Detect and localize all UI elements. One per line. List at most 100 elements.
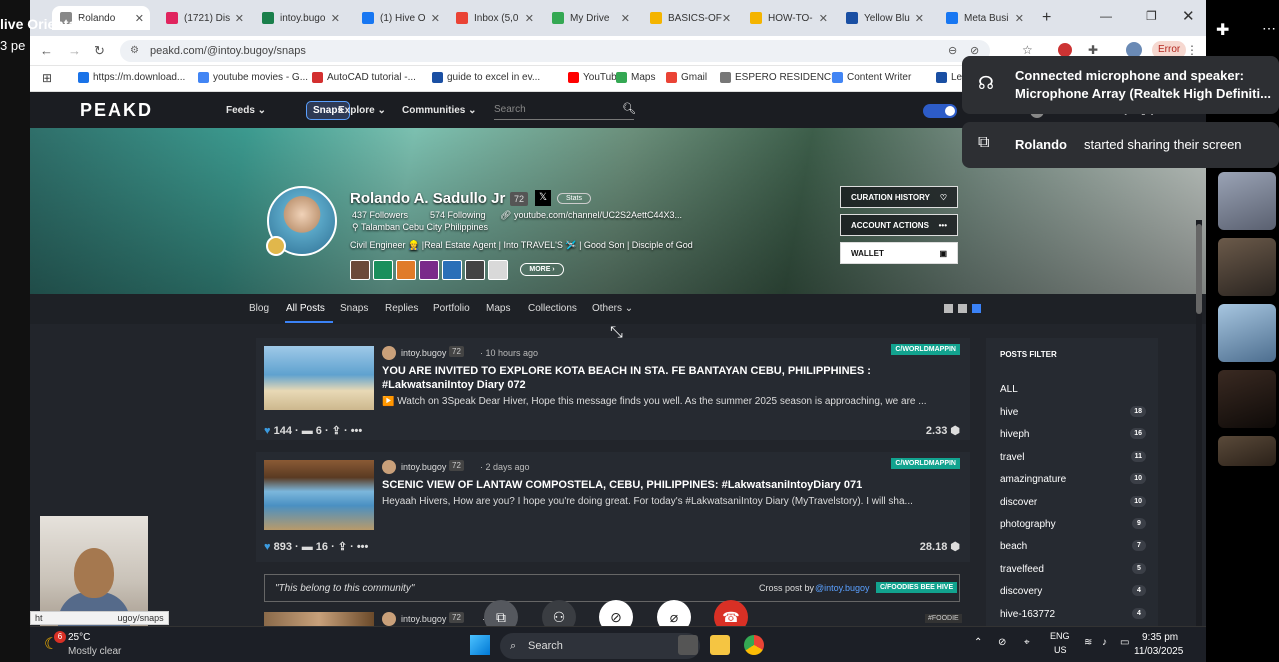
browser-tab[interactable]: My Drive ✕ <box>544 6 636 30</box>
volume-icon[interactable]: ♪ <box>1102 637 1107 648</box>
community-badge[interactable]: #FOODIE <box>925 614 962 623</box>
url-input[interactable]: ⚙ peakd.com/@intoy.bugoy/snaps <box>120 40 990 62</box>
weather-desc[interactable]: Mostly clear <box>68 646 121 657</box>
close-tab-icon[interactable]: ✕ <box>525 12 534 25</box>
achievement-badge[interactable] <box>419 260 439 280</box>
nav-explore[interactable]: Explore ⌄ <box>338 105 386 116</box>
browser-tab[interactable]: (1721) Dis ✕ <box>158 6 250 30</box>
site-info-icon[interactable]: ⚙ <box>130 40 139 62</box>
battery-icon[interactable]: ▭ <box>1120 637 1129 648</box>
browser-tab[interactable]: (1) Hive O ✕ <box>354 6 446 30</box>
following-count[interactable]: 574 Following <box>430 210 486 220</box>
post-title[interactable]: SCENIC VIEW OF LANTAW COMPOSTELA, CEBU, … <box>382 478 942 492</box>
achievement-badge[interactable] <box>396 260 416 280</box>
filter-tag[interactable]: hiveph 16 <box>1000 428 1146 440</box>
minimize-window-icon[interactable]: — <box>1100 9 1112 23</box>
close-tab-icon[interactable]: ✕ <box>819 12 828 25</box>
language-region[interactable]: US <box>1054 645 1067 655</box>
crosspost-community[interactable]: C/FOODIES BEE HIVE <box>876 582 958 593</box>
bookmark-item[interactable]: ESPERO RESIDENCE <box>720 72 838 83</box>
curation-history-button[interactable]: CURATION HISTORY ♡ <box>840 186 958 208</box>
more-icon[interactable]: ••• <box>351 425 363 437</box>
author-avatar[interactable] <box>382 612 396 626</box>
close-tab-icon[interactable]: ✕ <box>915 12 924 25</box>
bookmark-item[interactable]: Maps <box>616 72 655 83</box>
reload-icon[interactable]: ↻ <box>94 43 105 59</box>
stats-button[interactable]: Stats <box>557 193 591 204</box>
clock-time[interactable]: 9:35 pm <box>1142 632 1178 643</box>
profile-tab[interactable]: All Posts <box>286 303 325 314</box>
browser-tab[interactable]: Meta Busi ✕ <box>938 6 1030 30</box>
zoom-icon[interactable]: ⊖ <box>948 44 957 57</box>
profile-tab[interactable]: Maps <box>486 303 510 314</box>
bookmark-item[interactable]: Gmail <box>666 72 707 83</box>
post-thumbnail[interactable] <box>264 460 374 530</box>
extension-icon[interactable] <box>1058 43 1072 57</box>
participant-tile[interactable] <box>1218 238 1276 296</box>
share-icon[interactable]: ⇪ <box>338 541 347 553</box>
bookmark-item[interactable]: guide to excel in ev... <box>432 72 540 83</box>
browser-tab[interactable]: Yellow Blu ✕ <box>838 6 930 30</box>
close-tab-icon[interactable]: ✕ <box>431 12 440 25</box>
task-view-icon[interactable] <box>678 635 698 655</box>
bookmark-item[interactable]: youtube movies - G... <box>198 72 308 83</box>
self-video-tile[interactable] <box>40 516 148 626</box>
reactions-icon[interactable]: ✚ <box>1216 20 1229 40</box>
post-payout[interactable]: 28.18 ⬢ <box>920 540 960 553</box>
account-actions-button[interactable]: ACCOUNT ACTIONS ••• <box>840 214 958 236</box>
bookmark-item[interactable]: YouTube <box>568 72 622 83</box>
close-tab-icon[interactable]: ✕ <box>235 12 244 25</box>
tray-icon[interactable]: ⊘ <box>998 637 1006 648</box>
more-icon[interactable]: ••• <box>357 541 369 553</box>
post-card[interactable]: intoy.bugoy 72 · 2 days ago C/WORLDMAPPI… <box>256 452 970 562</box>
browser-tab[interactable]: Inbox (5,0 ✕ <box>448 6 540 30</box>
close-tab-icon[interactable]: ✕ <box>1015 12 1024 25</box>
nav-feeds[interactable]: Feeds ⌄ <box>226 105 266 116</box>
chrome-icon[interactable] <box>744 635 764 655</box>
browser-menu-icon[interactable]: ⋮ <box>1186 43 1198 57</box>
more-badges-button[interactable]: MORE › <box>520 263 564 276</box>
bookmark-item[interactable]: AutoCAD tutorial -... <box>312 72 416 83</box>
participant-tile[interactable] <box>1218 172 1276 230</box>
post-author[interactable]: intoy.bugoy <box>401 348 446 358</box>
achievement-badge[interactable] <box>488 260 508 280</box>
achievement-badge[interactable] <box>465 260 485 280</box>
heart-icon[interactable]: ♥ <box>264 425 271 437</box>
start-icon[interactable] <box>470 635 490 655</box>
mic-tray-icon[interactable]: ⌖ <box>1024 637 1030 648</box>
filter-tag[interactable]: hive-163772 4 <box>1000 607 1146 620</box>
browser-tab[interactable]: intoy.bugo ✕ <box>254 6 346 30</box>
profile-tab[interactable]: Replies <box>385 303 418 314</box>
achievement-badge[interactable] <box>350 260 370 280</box>
new-tab-icon[interactable]: + <box>1042 9 1051 27</box>
clock-date[interactable]: 11/03/2025 <box>1134 646 1183 657</box>
crosspost-author-link[interactable]: @intoy.bugoy <box>815 583 870 593</box>
filter-tag[interactable]: travel 11 <box>1000 450 1146 463</box>
community-badge[interactable]: C/WORLDMAPPIN <box>891 344 960 355</box>
close-tab-icon[interactable]: ✕ <box>135 12 144 25</box>
comment-icon[interactable]: ▬ <box>302 541 313 553</box>
bookmark-star-icon[interactable]: ☆ <box>1022 43 1033 57</box>
bookmark-item[interactable]: Content Writer <box>832 72 911 83</box>
file-explorer-icon[interactable] <box>710 635 730 655</box>
author-avatar[interactable] <box>382 346 396 360</box>
grid-view-icon[interactable] <box>958 304 967 313</box>
followers-count[interactable]: 437 Followers <box>352 210 408 220</box>
restore-window-icon[interactable]: ❐ <box>1146 9 1157 23</box>
wallet-button[interactable]: WALLET ▣ <box>840 242 958 264</box>
peakd-logo[interactable]: PEAKD <box>80 100 153 121</box>
tray-chevron-icon[interactable]: ⌃ <box>974 637 982 648</box>
filter-tag[interactable]: photography 9 <box>1000 518 1146 530</box>
scrollbar-thumb[interactable] <box>1196 224 1202 314</box>
profile-tab[interactable]: Collections <box>528 303 577 314</box>
wifi-icon[interactable]: ≋ <box>1084 637 1092 648</box>
post-author[interactable]: intoy.bugoy <box>401 614 446 624</box>
language-code[interactable]: ENG <box>1050 631 1070 641</box>
filter-tag[interactable]: discover 10 <box>1000 495 1146 508</box>
bookmark-item[interactable]: https://m.download... <box>78 72 185 83</box>
author-avatar[interactable] <box>382 460 396 474</box>
filter-all[interactable]: ALL <box>1000 384 1146 395</box>
participant-tile[interactable] <box>1218 304 1276 362</box>
profile-tab[interactable]: Others ⌄ <box>592 303 633 314</box>
filter-tag[interactable]: hive 18 <box>1000 406 1146 418</box>
